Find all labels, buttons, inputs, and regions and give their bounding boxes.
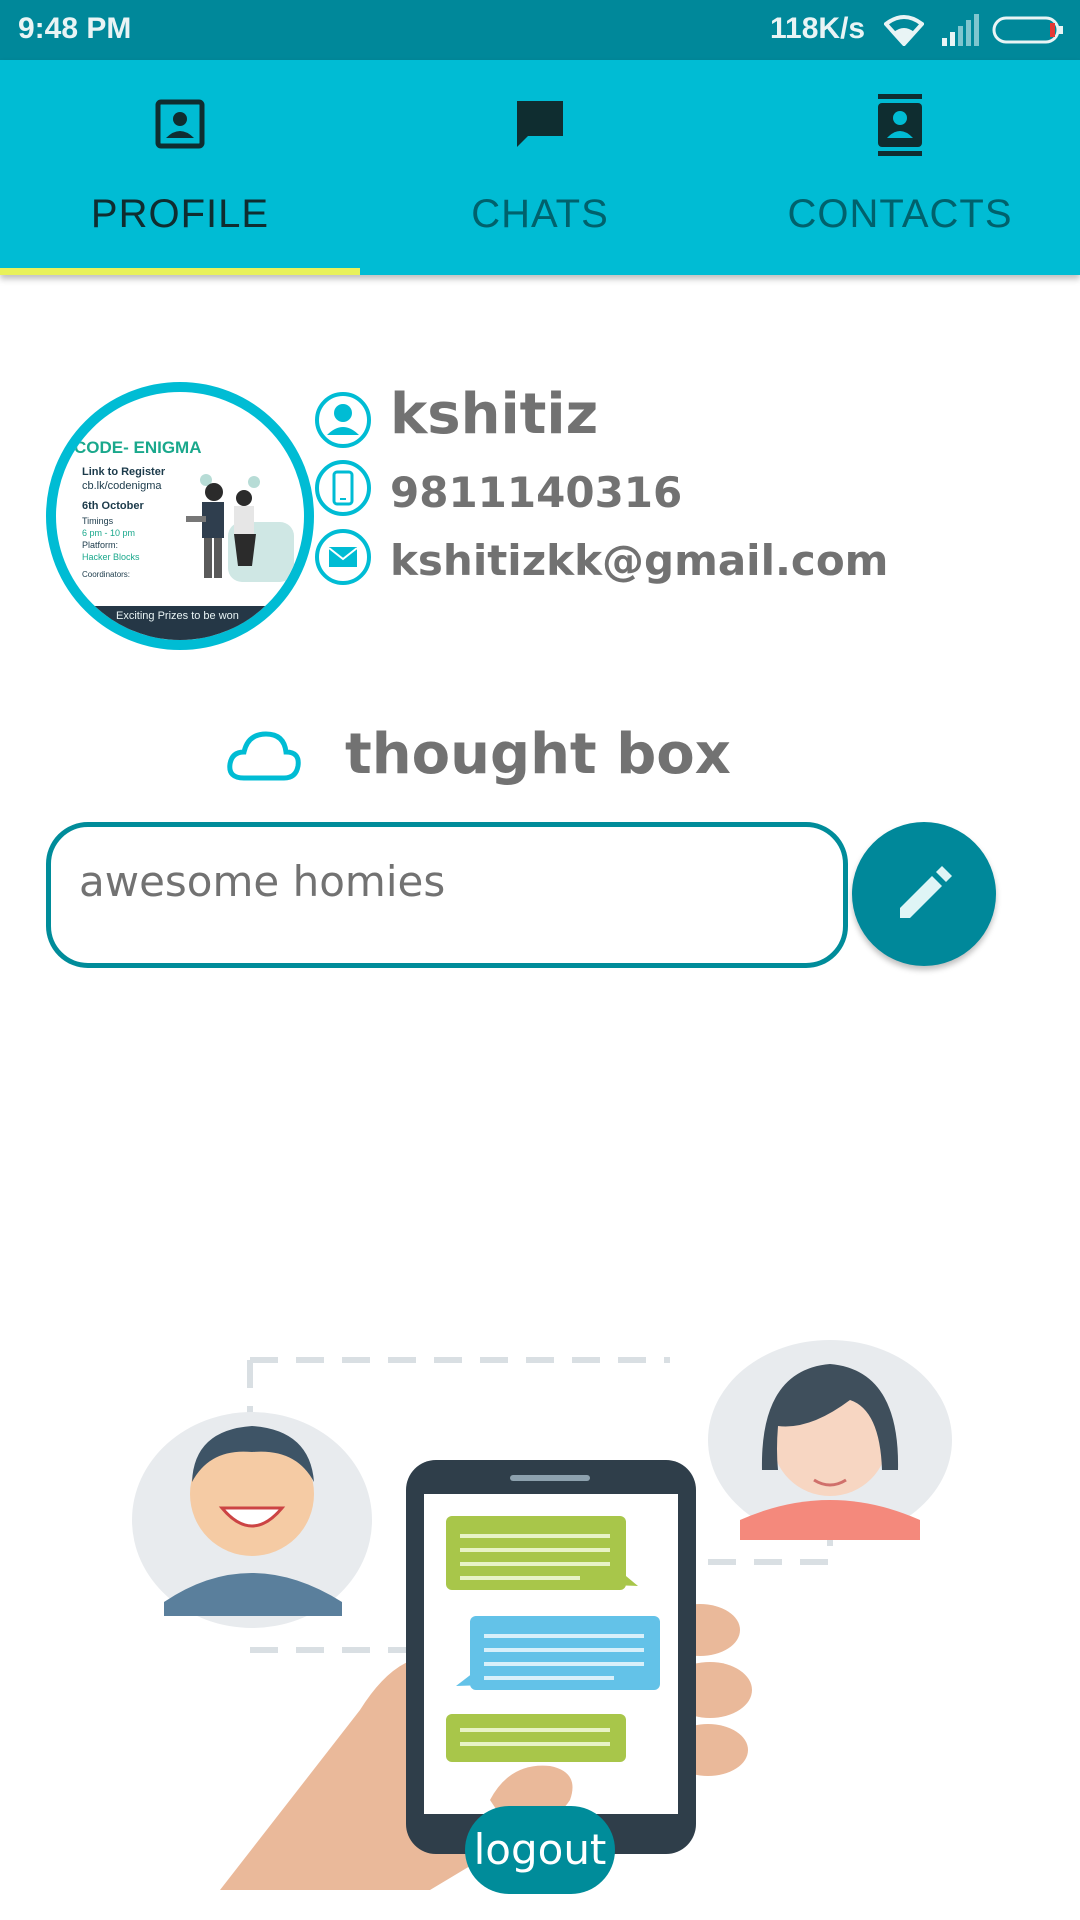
tab-label: CONTACTS [787, 192, 1013, 236]
chat-icon [517, 101, 563, 147]
contacts-icon [878, 94, 922, 156]
tab-contacts[interactable]: CONTACTS [720, 60, 1080, 275]
profile-icon [155, 99, 205, 149]
logout-button[interactable]: logout [465, 1806, 615, 1894]
wifi-icon [884, 15, 924, 46]
person-icon [315, 392, 371, 448]
profile-name: kshitiz [390, 382, 599, 447]
avatar-poster-line: Platform: [82, 540, 119, 550]
status-bar: 9:48 PM 118K/s [0, 0, 1080, 60]
avatar-poster-line: Timings [82, 516, 114, 526]
thought-box-title: thought box [345, 722, 731, 787]
avatar-people-illustration [186, 474, 294, 582]
avatar-poster-line: cb.lk/codenigma [82, 480, 162, 492]
avatar-poster-line: Hacker Blocks [82, 552, 140, 562]
profile-email: kshitizkk@gmail.com [390, 536, 889, 585]
tab-indicator [0, 268, 360, 275]
avatar-poster-line: Link to Register [82, 466, 166, 478]
profile-phone: 9811140316 [390, 468, 683, 517]
tab-label: PROFILE [90, 192, 270, 236]
tab-profile[interactable]: PROFILE [0, 60, 360, 275]
signal-icon [942, 14, 979, 46]
thought-input[interactable]: awesome homies [46, 822, 848, 968]
email-icon [315, 529, 371, 585]
avatar-poster-footer: Exciting Prizes to be won [56, 606, 304, 640]
avatar-poster-line: Coordinators: [82, 570, 131, 579]
pencil-icon [900, 866, 952, 918]
avatar-poster-footer-text: Exciting Prizes to be won [116, 610, 239, 622]
status-time: 9:48 PM [18, 12, 132, 45]
battery-icon [992, 16, 1063, 44]
cloud-icon [227, 731, 301, 781]
tab-chats[interactable]: CHATS [360, 60, 720, 275]
tab-label: CHATS [471, 192, 609, 236]
network-speed: 118K/s [770, 12, 866, 45]
avatar-poster-title: CODE- ENIGMA [74, 438, 202, 457]
phone-icon [315, 460, 371, 516]
avatar[interactable]: CODE- ENIGMA Link to Register cb.lk/code… [46, 382, 314, 650]
edit-thought-button[interactable] [852, 822, 996, 966]
avatar-poster-line: 6 pm - 10 pm [82, 528, 136, 538]
tab-bar: PROFILE CHATS CONTACTS [0, 60, 1080, 275]
avatar-poster-line: 6th October [82, 500, 144, 512]
